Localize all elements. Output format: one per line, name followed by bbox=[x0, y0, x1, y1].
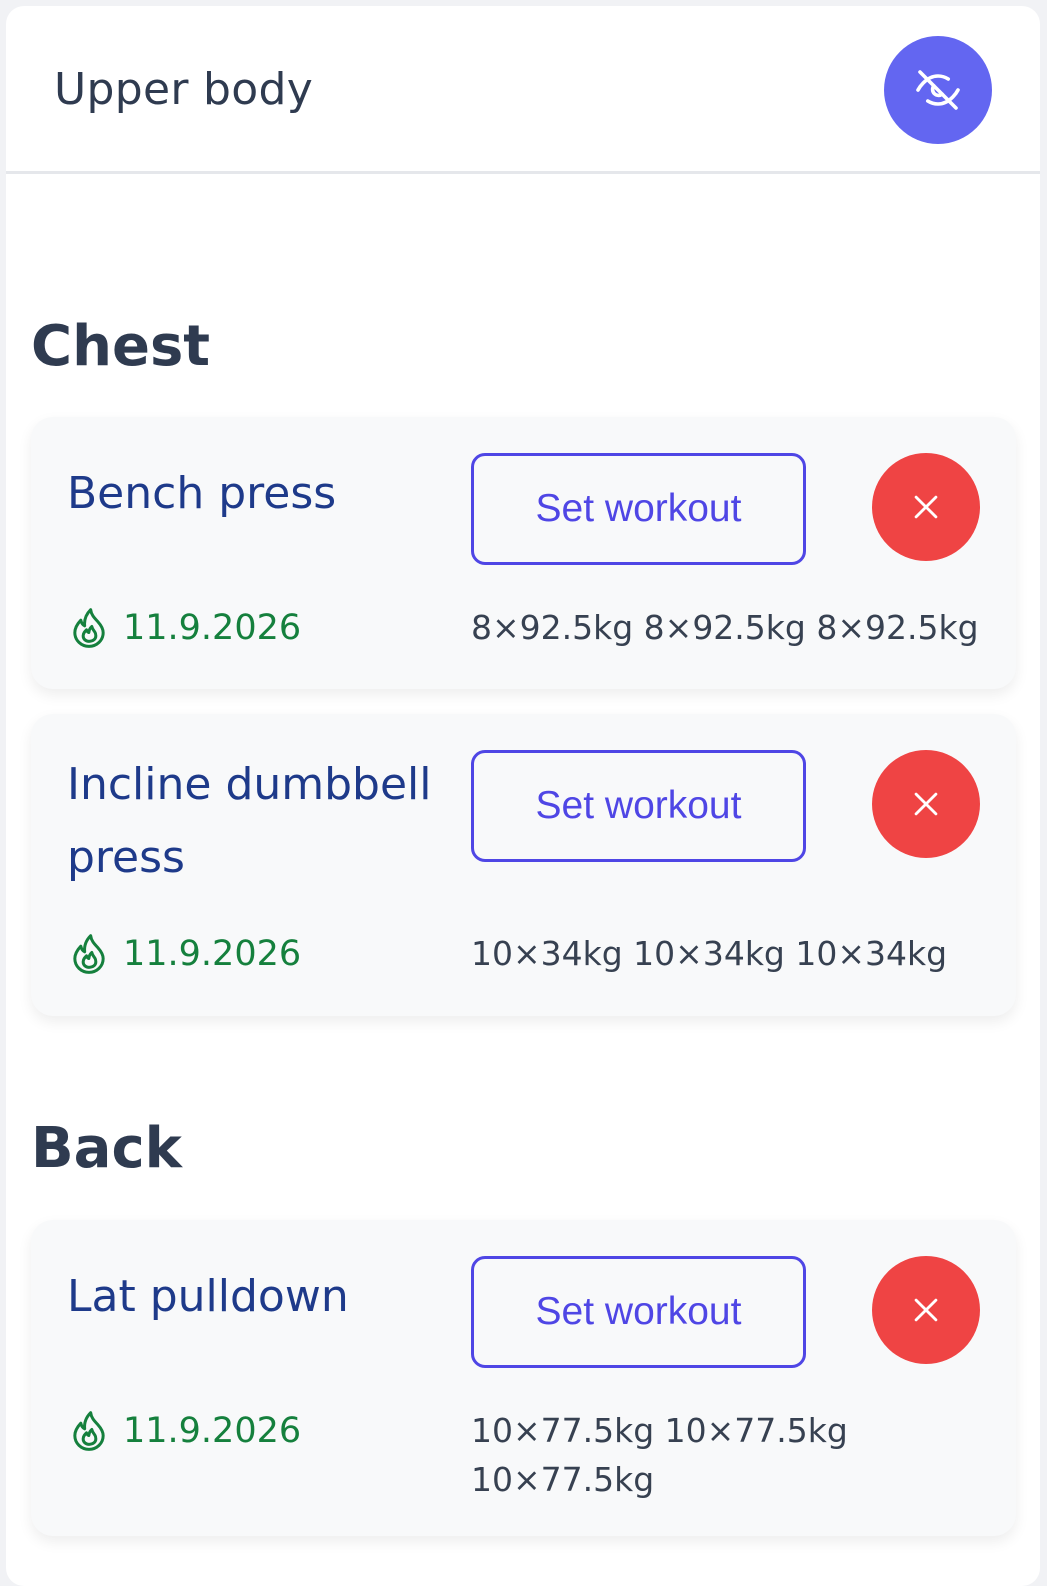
delete-exercise-button[interactable] bbox=[872, 1256, 980, 1364]
delete-exercise-button[interactable] bbox=[872, 453, 980, 561]
last-workout-date: 11.9.2026 bbox=[69, 932, 301, 976]
sets-summary: 8×92.5kg 8×92.5kg 8×92.5kg bbox=[471, 608, 979, 647]
set-workout-button[interactable]: Set workout bbox=[471, 1256, 806, 1368]
flame-icon bbox=[73, 608, 105, 648]
flame-icon bbox=[73, 1411, 105, 1451]
flame-icon bbox=[73, 934, 105, 974]
set-workout-button[interactable]: Set workout bbox=[471, 750, 806, 862]
date-text: 11.9.2026 bbox=[123, 608, 302, 648]
exercise-card-lat-pulldown: Lat pulldown Set workout 11.9.2026 10×77… bbox=[31, 1220, 1016, 1536]
header: Upper body bbox=[6, 6, 1040, 174]
section-title-back: Back bbox=[31, 1116, 182, 1181]
last-workout-date: 11.9.2026 bbox=[69, 1409, 301, 1453]
date-text: 11.9.2026 bbox=[123, 934, 302, 974]
section-title-chest: Chest bbox=[31, 314, 211, 379]
close-icon bbox=[914, 495, 938, 519]
eye-off-icon bbox=[916, 70, 960, 110]
exercise-name: Bench press bbox=[67, 468, 337, 519]
last-workout-date: 11.9.2026 bbox=[69, 606, 301, 650]
sets-summary: 10×77.5kg 10×77.5kg 10×77.5kg bbox=[471, 1411, 848, 1499]
close-icon bbox=[914, 1298, 938, 1322]
date-text: 11.9.2026 bbox=[123, 1411, 302, 1451]
sets-summary: 10×34kg 10×34kg 10×34kg bbox=[471, 934, 948, 973]
delete-exercise-button[interactable] bbox=[872, 750, 980, 858]
exercise-name: Lat pulldown bbox=[67, 1271, 349, 1322]
page-title: Upper body bbox=[54, 64, 314, 115]
close-icon bbox=[914, 792, 938, 816]
set-workout-button[interactable]: Set workout bbox=[471, 453, 806, 565]
visibility-toggle-button[interactable] bbox=[884, 36, 992, 144]
exercise-card-bench-press: Bench press Set workout 11.9.2026 8×92.5… bbox=[31, 417, 1016, 689]
exercise-card-incline-dumbbell-press: Incline dumbbell press Set workout 11.9.… bbox=[31, 714, 1016, 1016]
exercise-name: Incline dumbbell press bbox=[67, 759, 432, 883]
